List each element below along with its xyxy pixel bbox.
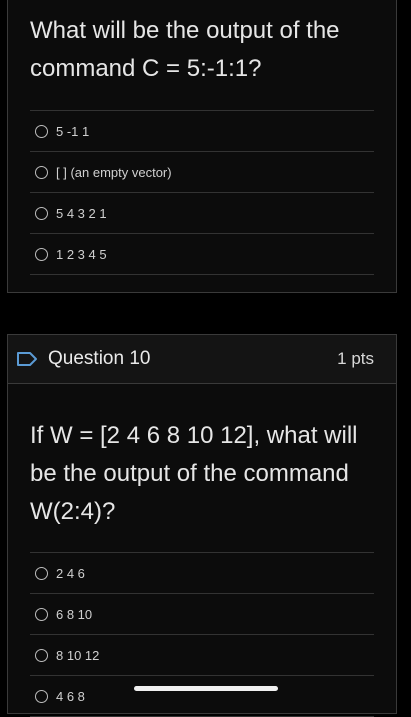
answer-option[interactable]: 6 8 10	[30, 593, 374, 634]
radio-button-icon[interactable]	[35, 689, 48, 703]
radio-button-icon[interactable]	[35, 648, 48, 662]
answer-option[interactable]: 8 10 12	[30, 634, 374, 675]
answer-option[interactable]: 2 4 6	[30, 552, 374, 593]
question-points: 1 pts	[337, 349, 374, 368]
question-header: Question 10 1 pts	[8, 335, 396, 384]
answer-option[interactable]: 1 2 3 4 5	[30, 233, 374, 275]
radio-button-icon[interactable]	[35, 566, 48, 580]
answer-label: 1 2 3 4 5	[56, 246, 107, 262]
answer-label: 4 6 8	[56, 688, 85, 704]
question-10-answers: 2 4 6 6 8 10 8 10 12 4 6 8	[30, 552, 374, 717]
answer-label: 5 4 3 2 1	[56, 205, 107, 221]
radio-button-icon[interactable]	[35, 206, 48, 220]
flag-question-icon[interactable]	[16, 351, 38, 367]
radio-button-icon[interactable]	[35, 607, 48, 621]
answer-option[interactable]: [ ] (an empty vector)	[30, 151, 374, 192]
radio-button-icon[interactable]	[35, 165, 48, 179]
answer-label: 6 8 10	[56, 606, 93, 622]
radio-button-icon[interactable]	[35, 247, 48, 261]
home-indicator[interactable]	[134, 686, 278, 691]
question-9-card: What will be the output of the command C…	[7, 0, 397, 293]
radio-button-icon[interactable]	[35, 124, 48, 138]
answer-label: 5 -1 1	[56, 123, 90, 139]
answer-label: 2 4 6	[56, 565, 85, 581]
answer-label: 8 10 12	[56, 647, 100, 663]
answer-option[interactable]: 4 6 8	[30, 675, 374, 717]
answer-label: [ ] (an empty vector)	[56, 164, 172, 180]
question-10-text: If W = [2 4 6 8 10 12], what will be the…	[30, 422, 358, 525]
question-10-card: Question 10 1 pts If W = [2 4 6 8 10 12]…	[7, 334, 397, 717]
answer-option[interactable]: 5 4 3 2 1	[30, 192, 374, 233]
question-9-answers: 5 -1 1 [ ] (an empty vector) 5 4 3 2 1 1…	[30, 110, 374, 275]
answer-option[interactable]: 5 -1 1	[30, 110, 374, 151]
question-title: Question 10	[48, 348, 151, 369]
question-9-text: What will be the output of the command C…	[30, 17, 340, 82]
